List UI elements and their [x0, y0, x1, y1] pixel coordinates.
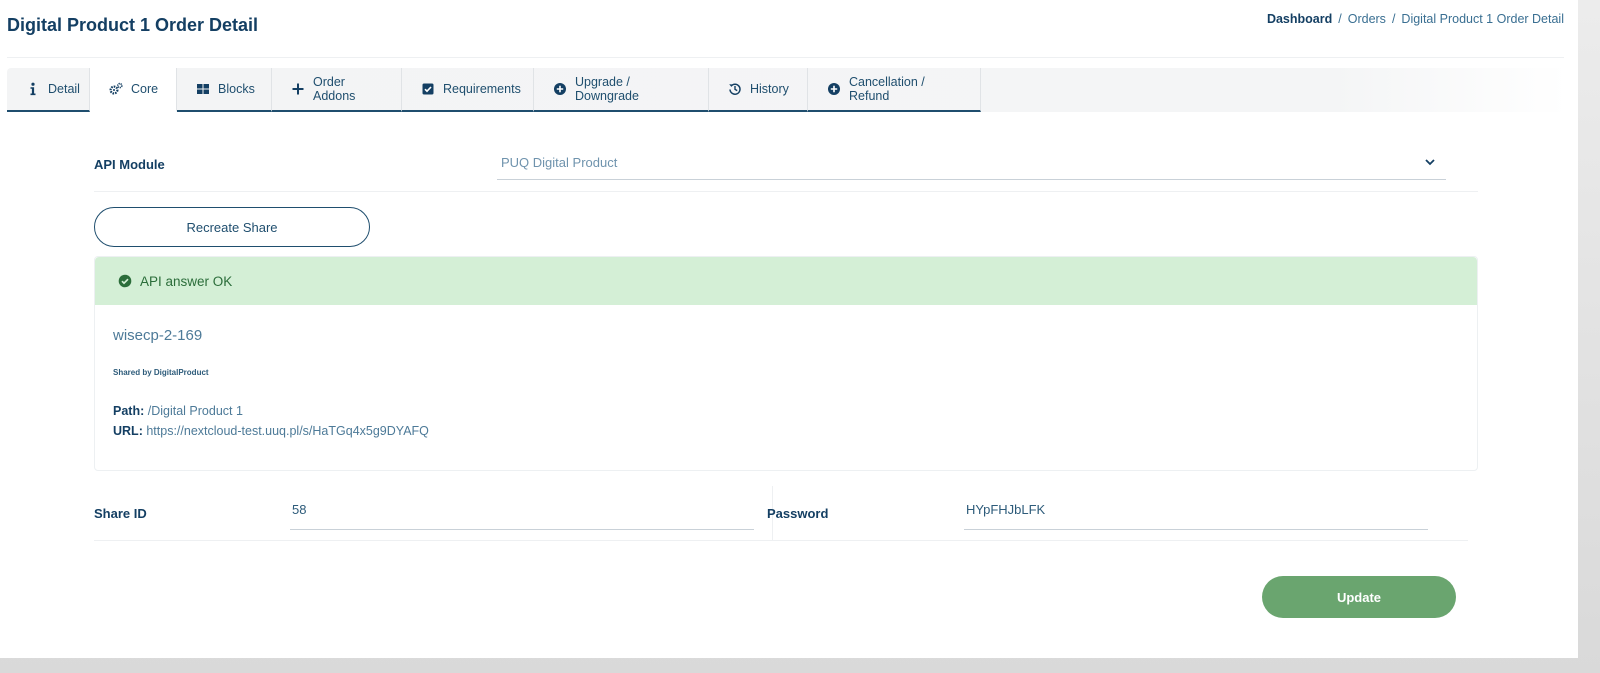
tab-blocks[interactable]: Blocks	[177, 68, 272, 112]
tab-label: Core	[131, 82, 159, 96]
share-url: URL: https://nextcloud-test.uuq.pl/s/HaT…	[113, 424, 429, 438]
tab-order-addons[interactable]: Order Addons	[272, 68, 402, 112]
share-id-label: Share ID	[94, 506, 147, 521]
breadcrumb-dashboard-link[interactable]: Dashboard	[1267, 12, 1332, 26]
breadcrumb-orders-link[interactable]: Orders	[1348, 12, 1386, 26]
info-icon	[26, 82, 40, 96]
tab-label: Detail	[48, 82, 80, 96]
tab-detail[interactable]: Detail	[7, 68, 90, 112]
breadcrumb-separator: /	[1391, 12, 1396, 26]
path-value: /Digital Product 1	[147, 404, 243, 418]
tab-bar: Detail Core Blocks Order Addons Requirem…	[7, 68, 1568, 112]
history-icon	[728, 82, 742, 96]
password-label: Password	[767, 506, 829, 521]
breadcrumb-separator: /	[1338, 12, 1342, 26]
api-module-select[interactable]: PUQ Digital Product	[497, 147, 1446, 180]
check-circle-icon	[118, 274, 132, 288]
tab-label: Upgrade / Downgrade	[575, 75, 639, 103]
url-link[interactable]: https://nextcloud-test.uuq.pl/s/HaTGq4x5…	[146, 424, 429, 438]
tab-label: Cancellation / Refund	[849, 75, 925, 103]
check-square-icon	[421, 82, 435, 96]
plus-circle-icon	[827, 82, 841, 96]
api-module-row: API Module PUQ Digital Product	[94, 147, 1478, 192]
th-large-icon	[196, 82, 210, 96]
api-success-alert: API answer OK	[95, 257, 1477, 305]
page-title: Digital Product 1 Order Detail	[7, 15, 259, 35]
path-label: Path:	[113, 404, 145, 418]
tab-cancellation-refund[interactable]: Cancellation / Refund	[808, 68, 981, 112]
url-label: URL:	[113, 424, 143, 438]
share-name: wisecp-2-169	[113, 327, 203, 344]
tab-label: Order Addons	[313, 75, 356, 103]
plus-icon	[291, 82, 305, 96]
breadcrumb: Dashboard / Orders / Digital Product 1 O…	[1267, 12, 1564, 26]
password-input[interactable]: HYpFHJbLFK	[964, 496, 1428, 530]
shared-by-text: Shared by DigitalProduct	[113, 368, 209, 377]
page-panel: Digital Product 1 Order Detail Dashboard…	[0, 0, 1578, 658]
share-path: Path: /Digital Product 1	[113, 404, 243, 418]
update-button[interactable]: Update	[1262, 576, 1456, 618]
tab-label: Requirements	[443, 82, 521, 96]
recreate-share-button[interactable]: Recreate Share	[94, 207, 370, 247]
tab-upgrade-downgrade[interactable]: Upgrade / Downgrade	[534, 68, 709, 112]
api-module-label: API Module	[94, 157, 165, 172]
gears-icon	[109, 82, 123, 96]
tab-core[interactable]: Core	[90, 68, 177, 112]
breadcrumb-current: Digital Product 1 Order Detail	[1401, 12, 1564, 26]
tab-requirements[interactable]: Requirements	[402, 68, 534, 112]
tab-history[interactable]: History	[709, 68, 808, 112]
header-divider	[7, 57, 1564, 58]
api-result-panel: API answer OK wisecp-2-169 Shared by Dig…	[94, 256, 1478, 471]
chevron-down-icon	[1424, 156, 1436, 168]
alert-text: API answer OK	[140, 273, 233, 289]
tab-label: Blocks	[218, 82, 255, 96]
plus-circle-icon	[553, 82, 567, 96]
tab-label: History	[750, 82, 789, 96]
share-fields-row: Share ID 58 Password HYpFHJbLFK	[94, 486, 1468, 541]
api-module-selected-value: PUQ Digital Product	[501, 155, 618, 170]
share-id-input[interactable]: 58	[290, 496, 754, 530]
